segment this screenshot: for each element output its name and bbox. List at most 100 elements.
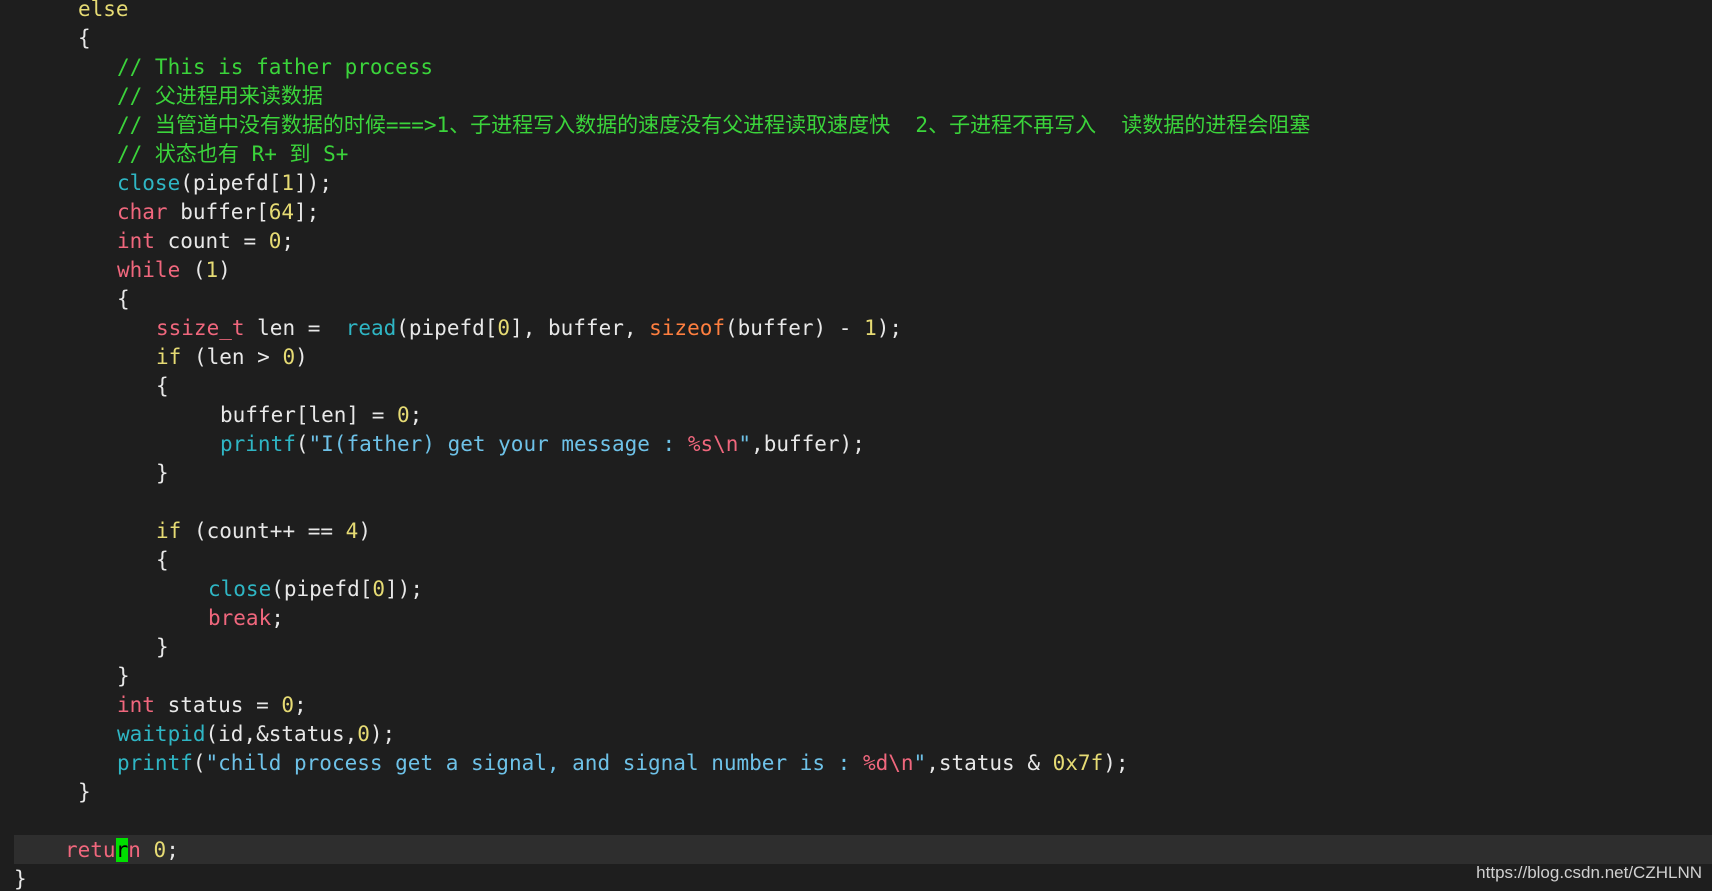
code-line[interactable]: { (156, 372, 169, 401)
code-token: 0 (497, 316, 511, 340)
code-line[interactable]: } (156, 459, 169, 488)
code-line[interactable]: close(pipefd[0]); (208, 575, 423, 604)
code-token: %d\n (862, 751, 914, 775)
code-token: } (117, 664, 130, 688)
code-token: ,status & (926, 751, 1053, 775)
code-line[interactable]: return 0; (65, 836, 179, 865)
code-token: n (128, 838, 141, 862)
code-line[interactable]: { (117, 285, 130, 314)
code-token: read (345, 316, 397, 340)
code-token: else (78, 0, 129, 21)
code-token: buffer[ (167, 200, 269, 224)
code-token: ]); (385, 577, 423, 601)
code-token: (pipefd[ (271, 577, 373, 601)
code-token: // 父进程用来读数据 (117, 84, 323, 108)
code-token: %s\n (687, 432, 739, 456)
code-token: sizeof (649, 316, 725, 340)
watermark: https://blog.csdn.net/CZHLNN (1476, 863, 1702, 882)
code-token: { (156, 548, 169, 572)
code-line[interactable]: } (156, 633, 169, 662)
code-token: 1 (864, 316, 877, 340)
code-token: ; (281, 229, 295, 253)
code-token: count = (154, 229, 269, 253)
code-line[interactable]: break; (208, 604, 284, 633)
code-token: 0 (153, 838, 167, 862)
code-token: ) (218, 258, 231, 282)
code-line[interactable]: printf("I(father) get your message : %s\… (220, 430, 865, 459)
code-token: 0 (268, 229, 282, 253)
code-line[interactable]: } (78, 778, 91, 807)
code-token: while (117, 258, 181, 282)
code-token: ) (358, 519, 371, 543)
code-line[interactable]: if (len > 0) (156, 343, 308, 372)
code-editor[interactable]: else { // This is father process // 父进程用来读数… (0, 0, 1712, 891)
code-token: ,buffer); (751, 432, 865, 456)
code-token: ( (192, 751, 206, 775)
code-token: " (738, 432, 752, 456)
code-line[interactable]: int count = 0; (117, 227, 294, 256)
code-token: ; (271, 606, 284, 630)
code-line[interactable]: close(pipefd[1]); (117, 169, 332, 198)
code-token: (buffer) - (725, 316, 865, 340)
code-line[interactable]: } (117, 662, 130, 691)
code-token: ]; (294, 200, 320, 224)
code-token: } (14, 867, 27, 891)
text-cursor: r (115, 838, 129, 862)
code-token: } (156, 635, 169, 659)
code-token: char (117, 200, 168, 224)
code-line[interactable]: // 父进程用来读数据 (117, 82, 323, 111)
code-token: (pipefd[ (180, 171, 282, 195)
code-token: // This is father process (117, 55, 434, 79)
code-token: close (117, 171, 181, 195)
code-token: { (117, 287, 130, 311)
code-line[interactable]: else (78, 0, 129, 24)
code-line[interactable]: waitpid(id,&status,0); (117, 720, 395, 749)
code-line[interactable]: if (count++ == 4) (156, 517, 371, 546)
code-token: 0 (282, 345, 296, 369)
code-token: ; (409, 403, 423, 427)
code-token: 64 (268, 200, 295, 224)
code-token: 0 (397, 403, 410, 427)
code-token: 1 (205, 258, 219, 282)
code-token: break (208, 606, 272, 630)
code-line[interactable]: { (156, 546, 169, 575)
code-token: 0 (357, 722, 370, 746)
code-token: { (78, 26, 91, 50)
code-line[interactable]: printf("child process get a signal, and … (117, 749, 1129, 778)
code-token: (count++ == (181, 519, 346, 543)
code-line[interactable]: // 当管道中没有数据的时候===>1、子进程写入数据的速度没有父进程读取速度快… (117, 111, 1310, 140)
code-token: ) (295, 345, 308, 369)
code-line[interactable]: // 状态也有 R+ 到 S+ (117, 140, 348, 169)
code-token: if (156, 519, 182, 543)
code-token: "child process get a signal, and signal … (205, 751, 863, 775)
code-line[interactable]: // This is father process (117, 53, 433, 82)
code-token: "I(father) get your message : (308, 432, 688, 456)
code-token: ]); (294, 171, 332, 195)
code-token: { (156, 374, 169, 398)
code-token: ( (295, 432, 309, 456)
code-token: 0x7f (1052, 751, 1104, 775)
code-token: int (117, 229, 155, 253)
code-token: } (156, 461, 169, 485)
code-line[interactable]: { (78, 24, 91, 53)
code-line[interactable]: buffer[len] = 0; (220, 401, 422, 430)
code-token: ); (876, 316, 903, 340)
current-line-highlight (14, 835, 1712, 864)
code-line[interactable]: int status = 0; (117, 691, 307, 720)
code-line[interactable]: char buffer[64]; (117, 198, 319, 227)
code-token: 1 (281, 171, 295, 195)
code-line[interactable]: } (14, 865, 27, 891)
code-token: ( (180, 258, 206, 282)
code-token: ], buffer, (510, 316, 650, 340)
code-line[interactable]: while (1) (117, 256, 231, 285)
code-line[interactable]: ssize_t len = read(pipefd[0], buffer, si… (156, 314, 902, 343)
code-token: close (208, 577, 272, 601)
code-token: ; (294, 693, 307, 717)
code-token: 0 (281, 693, 295, 717)
code-token: waitpid (117, 722, 206, 746)
code-token: ssize_t (156, 316, 245, 340)
code-token: ; (166, 838, 179, 862)
code-token: retu (65, 838, 116, 862)
code-token: if (156, 345, 182, 369)
